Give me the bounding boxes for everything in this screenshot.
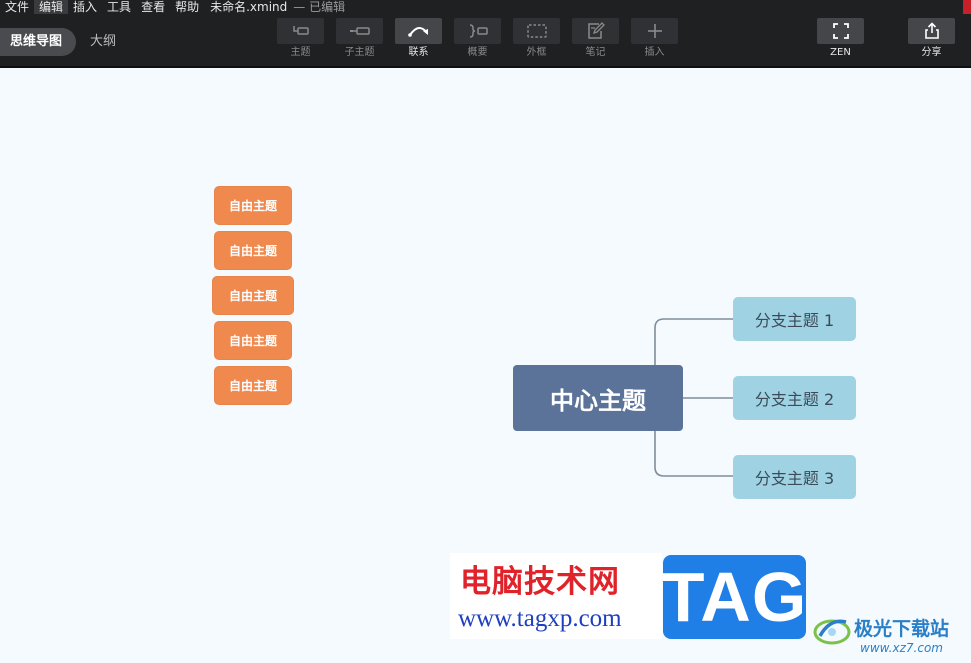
- boundary-button[interactable]: 外框: [513, 18, 560, 59]
- aurora-logo-icon: [813, 619, 851, 645]
- free-topic[interactable]: 自由主题: [214, 321, 292, 360]
- boundary-icon: [526, 24, 547, 38]
- relationship-curve-icon: [407, 27, 428, 37]
- free-topic[interactable]: 自由主题: [212, 276, 294, 315]
- watermark-site: 电脑技术网 www.tagxp.com: [450, 553, 662, 639]
- menu-file[interactable]: 文件: [0, 0, 34, 14]
- fullscreen-icon: [832, 23, 849, 39]
- app-toolbar: 文件 编辑 插入 工具 查看 帮助 未命名.xmind — 已编辑 思维导图 大…: [0, 0, 971, 68]
- branch-topic-1[interactable]: 分支主题 1: [733, 297, 856, 341]
- watermark-site-url: www.tagxp.com: [458, 605, 622, 632]
- subtopic-button[interactable]: 子主题: [336, 18, 383, 59]
- tab-mindmap[interactable]: 思维导图: [0, 28, 77, 56]
- relationship-label: 联系: [408, 47, 429, 58]
- close-corner[interactable]: [963, 0, 971, 14]
- topic-button[interactable]: 主题: [277, 18, 324, 59]
- subtopic-label: 子主题: [344, 47, 375, 58]
- central-topic[interactable]: 中心主题: [513, 365, 683, 431]
- tab-outline[interactable]: 大纲: [76, 28, 130, 56]
- watermark-jg-url: www.xz7.com: [860, 641, 943, 655]
- topic-icon: [292, 26, 309, 35]
- share-label: 分享: [921, 47, 942, 58]
- mindmap-canvas[interactable]: 自由主题 自由主题 自由主题 自由主题 自由主题 中心主题 分支主题 1 分支主…: [0, 68, 971, 663]
- watermark-tag-logo: TAG: [662, 555, 806, 639]
- share-button[interactable]: 分享: [908, 18, 955, 59]
- insert-button[interactable]: 插入: [631, 18, 678, 59]
- note-pencil-icon: [587, 22, 605, 39]
- document-status: — 已编辑: [293, 0, 346, 14]
- note-button[interactable]: 笔记: [572, 18, 619, 59]
- subtopic-icon: [349, 27, 370, 35]
- boundary-label: 外框: [526, 47, 547, 58]
- note-label: 笔记: [585, 47, 606, 58]
- watermark-jg: 极光下载站 www.xz7.com: [812, 608, 971, 663]
- branch-topic-3[interactable]: 分支主题 3: [733, 455, 856, 499]
- share-icon: [924, 22, 939, 39]
- menu-edit[interactable]: 编辑: [34, 0, 69, 14]
- view-switch: 思维导图 大纲: [0, 28, 130, 56]
- menu-insert[interactable]: 插入: [68, 0, 102, 14]
- relationship-button[interactable]: 联系: [395, 18, 442, 59]
- branch-topic-2[interactable]: 分支主题 2: [733, 376, 856, 420]
- free-topic[interactable]: 自由主题: [214, 186, 292, 225]
- plus-icon: [647, 24, 662, 38]
- document-title: 未命名.xmind: [210, 0, 288, 14]
- watermark-jg-name: 极光下载站: [854, 618, 950, 640]
- summary-label: 概要: [467, 47, 488, 58]
- menu-view[interactable]: 查看: [136, 0, 170, 14]
- summary-brace-icon: [469, 24, 488, 38]
- menu-tools[interactable]: 工具: [102, 0, 136, 14]
- insert-label: 插入: [644, 47, 665, 58]
- menu-help[interactable]: 帮助: [170, 0, 204, 14]
- free-topic[interactable]: 自由主题: [214, 231, 292, 270]
- zen-label: ZEN: [830, 47, 851, 58]
- topic-label: 主题: [290, 47, 311, 58]
- zen-button[interactable]: ZEN: [817, 18, 864, 59]
- free-topic[interactable]: 自由主题: [214, 366, 292, 405]
- watermark-site-title: 电脑技术网: [460, 564, 620, 600]
- menu-bar: 文件 编辑 插入 工具 查看 帮助 未命名.xmind — 已编辑: [0, 0, 345, 14]
- summary-button[interactable]: 概要: [454, 18, 501, 59]
